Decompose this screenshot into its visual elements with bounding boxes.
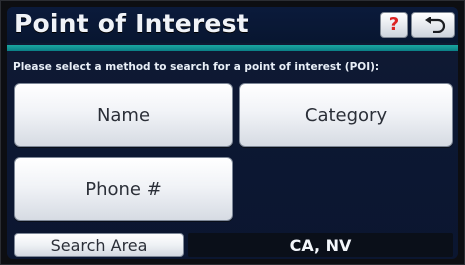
title-bar: Point of Interest ? — [7, 7, 458, 43]
search-area-value: CA, NV — [188, 233, 453, 257]
search-by-phone-label: Phone # — [85, 178, 162, 200]
search-area-value-text: CA, NV — [289, 235, 352, 255]
search-by-category-button[interactable]: Category — [239, 83, 453, 147]
back-button[interactable] — [411, 12, 455, 38]
title-accent-bar — [7, 45, 458, 51]
poi-screen: Point of Interest ? Please select a meth… — [7, 7, 458, 259]
search-by-phone-button[interactable]: Phone # — [14, 157, 233, 221]
search-area-label: Search Area — [50, 235, 148, 255]
help-button[interactable]: ? — [380, 12, 408, 38]
help-label: ? — [388, 14, 400, 35]
instruction-text: Please select a method to search for a p… — [13, 61, 380, 73]
search-by-name-label: Name — [96, 104, 151, 126]
search-by-category-label: Category — [304, 104, 388, 126]
back-arrow-icon — [425, 17, 446, 33]
search-by-name-button[interactable]: Name — [14, 83, 233, 147]
page-title: Point of Interest — [14, 9, 249, 38]
device-frame: Point of Interest ? Please select a meth… — [0, 0, 465, 265]
search-area-button[interactable]: Search Area — [14, 233, 184, 257]
